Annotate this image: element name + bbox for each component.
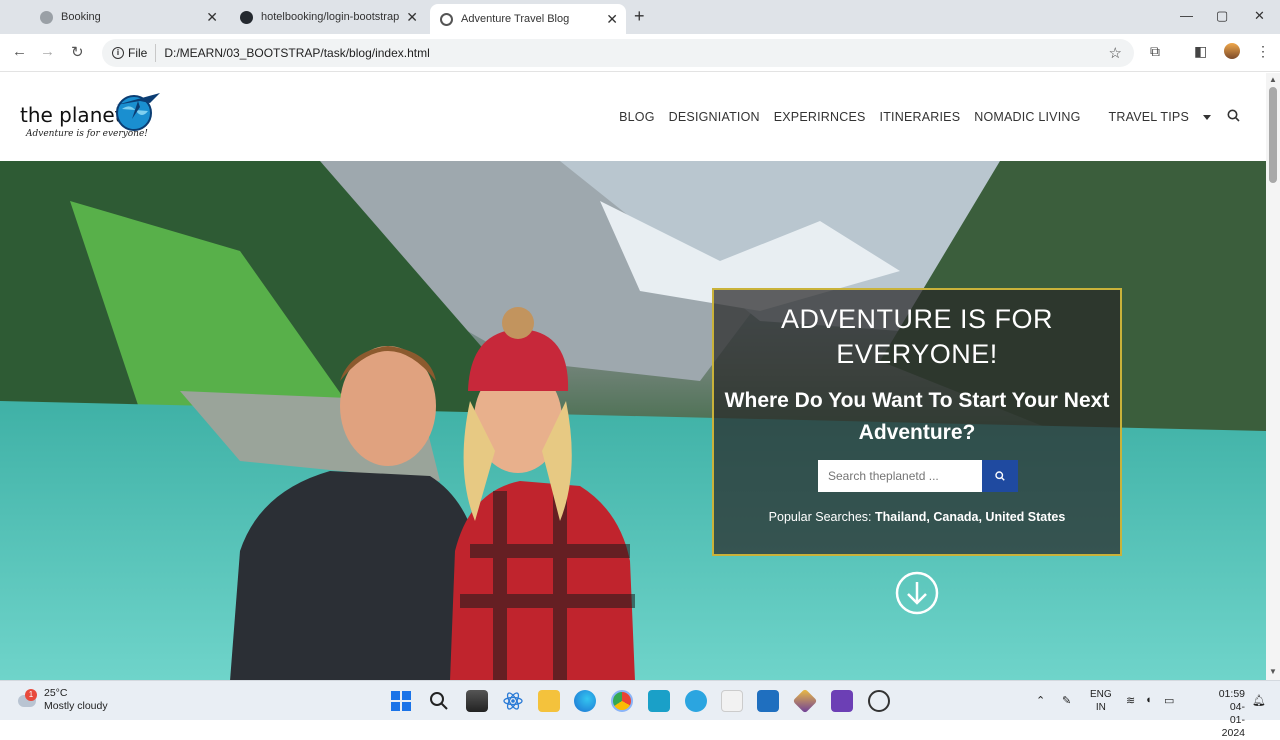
browser-toolbar: ← → ↻ i File D:/MEARN/03_BOOTSTRAP/task/… [0,34,1280,72]
react-app-icon[interactable] [502,690,524,712]
task-view-icon[interactable] [466,690,488,712]
vscode-icon[interactable] [757,690,779,712]
nav-designiation[interactable]: DESIGNIATION [669,110,760,124]
volume-icon[interactable]: ◖ [1145,694,1152,706]
weather-desc: Mostly cloudy [44,700,108,712]
chevron-down-icon [1203,115,1211,121]
page-scrollbar[interactable]: ▲ ▼ [1266,73,1280,680]
web-page: the planet Adventure is for everyone! BL… [0,73,1266,680]
globe-plane-icon [116,93,160,131]
forward-button[interactable]: → [40,43,55,60]
tab-title: Adventure Travel Blog [461,13,570,25]
menu-kebab-icon[interactable]: ⋮ [1256,43,1270,60]
hero-subtitle: Where Do You Want To Start Your Next Adv… [724,389,1110,444]
address-bar[interactable]: i File D:/MEARN/03_BOOTSTRAP/task/blog/i… [102,39,1134,67]
reload-button[interactable]: ↻ [71,43,84,61]
system-clock[interactable]: 01:59 04-01-2024 [1215,688,1245,740]
popular-searches: Popular Searches: Thailand, Canada, Unit… [714,510,1120,524]
site-logo[interactable]: the planet Adventure is for everyone! [20,89,166,147]
windows-taskbar: 1 25°C Mostly cloudy ⌃ ✎ ENG IN ≋ ◖ ▭ 01… [0,680,1280,739]
visual-studio-icon[interactable] [831,690,853,712]
extensions-icon[interactable]: ⧉ [1150,43,1160,60]
chevron-up-icon[interactable]: ⌃ [1036,694,1045,707]
tab-adventure-travel-blog[interactable]: Adventure Travel Blog ✕ [430,4,626,34]
search-input[interactable] [818,460,982,492]
profile-avatar[interactable] [1224,43,1240,59]
mysql-workbench-icon[interactable] [648,690,670,712]
search-icon[interactable] [428,690,450,712]
app-diamond-icon[interactable] [792,688,818,714]
maximize-button[interactable]: ▢ [1216,8,1228,24]
back-button[interactable]: ← [12,43,27,60]
file-label: File [128,46,148,60]
hero-people-photo [230,307,635,680]
file-explorer-icon[interactable] [538,690,560,712]
nav-experirnces[interactable]: EXPERIRNCES [774,110,866,124]
hero-search-panel: ADVENTURE IS FOR EVERYONE! Where Do You … [712,288,1122,556]
scroll-down-arrow-icon[interactable] [894,570,940,616]
hero-banner: ADVENTURE IS FOR EVERYONE! Where Do You … [0,161,1266,680]
nav-blog[interactable]: BLOG [619,110,655,124]
scroll-up-icon[interactable]: ▲ [1269,75,1277,84]
search-icon[interactable] [1227,109,1240,125]
tab-github[interactable]: hotelbooking/login-bootstrap ✕ [230,4,426,30]
minimize-button[interactable]: — [1180,8,1193,23]
github-desktop-icon[interactable] [868,690,890,712]
site-info-chip[interactable]: i File [108,44,157,62]
search-button[interactable] [982,460,1018,492]
lang-code: ENG [1090,689,1112,700]
main-nav: BLOG DESIGNIATION EXPERIRNCES ITINERARIE… [605,109,1240,125]
github-icon [240,10,253,24]
notification-bell-icon[interactable]: 🔔︎ [1252,694,1266,707]
lang-region: IN [1095,702,1106,713]
bookmark-star-icon[interactable]: ☆ [1109,44,1122,62]
scroll-down-icon[interactable]: ▼ [1269,667,1277,676]
browser-tab-strip: Booking ✕ hotelbooking/login-bootstrap ✕… [0,0,1280,34]
cloud-sun-icon: 1 [16,689,38,709]
hero-title: ADVENTURE IS FOR EVERYONE! [780,304,1054,369]
language-indicator[interactable]: ENG IN [1090,688,1112,714]
chrome-browser-icon[interactable] [611,690,633,712]
nav-travel-tips-label: TRAVEL TIPS [1108,110,1189,124]
info-icon: i [112,47,124,59]
tab-title: hotelbooking/login-bootstrap [261,11,400,23]
site-header: the planet Adventure is for everyone! BL… [0,73,1266,161]
edge-browser-icon[interactable] [574,690,596,712]
clock-date: 04-01-2024 [1221,701,1245,739]
browser-app-icon[interactable] [685,690,707,712]
weather-widget[interactable]: 1 25°C Mostly cloudy [16,687,108,713]
weather-badge: 1 [25,689,37,701]
wifi-icon[interactable]: ≋ [1126,694,1135,707]
close-icon[interactable]: ✕ [606,11,618,28]
globe-icon [40,10,53,24]
pen-menu-icon[interactable]: ✎ [1062,694,1071,707]
weather-temp: 25°C [44,687,68,699]
search-icon [995,471,1005,481]
battery-icon[interactable]: ▭ [1164,694,1174,707]
tab-booking[interactable]: Booking ✕ [30,4,226,30]
close-icon[interactable]: ✕ [406,9,418,26]
tab-title: Booking [61,11,101,23]
logo-name: the planet [20,103,123,127]
popular-links[interactable]: Thailand, Canada, United States [875,510,1065,524]
nav-nomadic-living[interactable]: NOMADIC LIVING [974,110,1080,124]
clock-time: 01:59 [1218,688,1245,700]
scrollbar-thumb[interactable] [1269,87,1277,183]
side-panel-icon[interactable]: ◧ [1194,43,1207,60]
url-text: D:/MEARN/03_BOOTSTRAP/task/blog/index.ht… [164,46,430,60]
popular-label: Popular Searches: [768,510,872,524]
window-close-button[interactable]: ✕ [1254,8,1265,24]
windows-start-icon[interactable] [390,690,412,712]
nav-itineraries[interactable]: ITINERARIES [880,110,961,124]
nav-travel-tips[interactable]: TRAVEL TIPS [1095,110,1211,124]
store-icon[interactable] [721,690,743,712]
new-tab-button[interactable]: + [634,6,645,27]
site-icon [440,12,453,26]
close-icon[interactable]: ✕ [206,9,218,26]
